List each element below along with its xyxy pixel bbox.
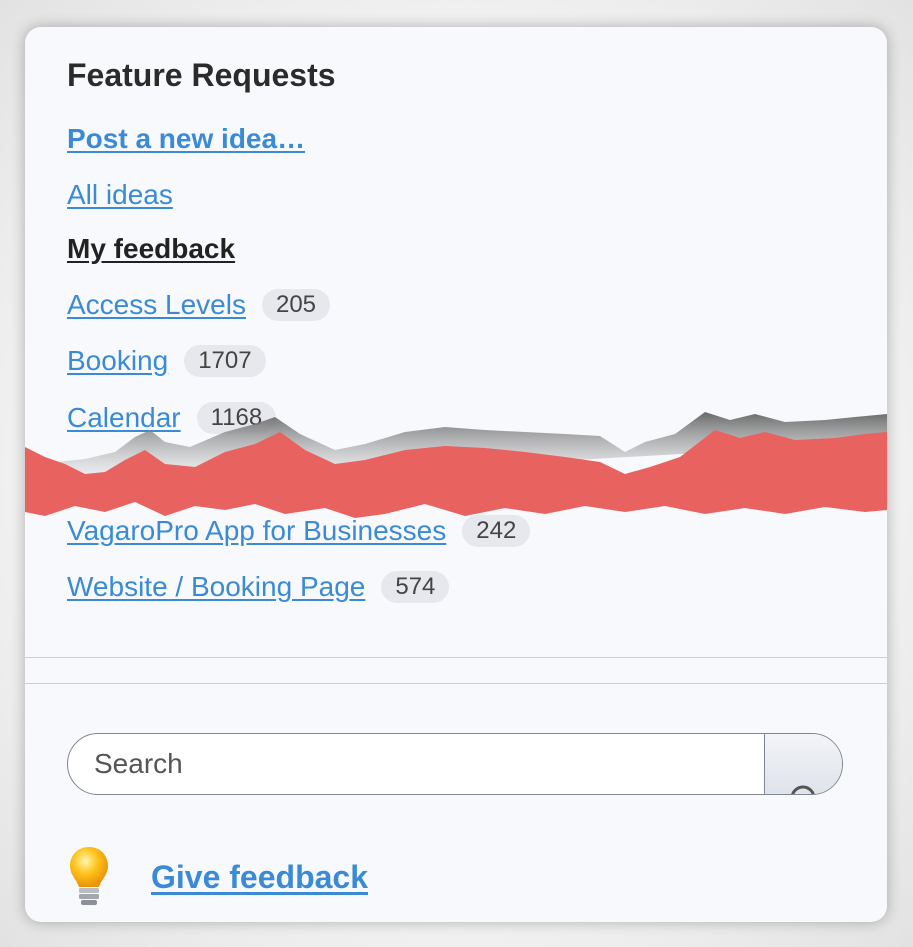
give-feedback-link[interactable]: Give feedback (151, 859, 368, 896)
category-item-access-levels: Access Levels 205 (67, 285, 331, 325)
section-divider (25, 683, 887, 684)
post-new-idea-link[interactable]: Post a new idea… (67, 123, 305, 155)
category-item-booking: Booking 1707 (67, 341, 266, 381)
search-input[interactable] (68, 734, 766, 793)
torn-edge-overlay (25, 412, 887, 518)
nav-item-post-idea: Post a new idea… (67, 119, 305, 159)
all-ideas-link[interactable]: All ideas (67, 179, 173, 211)
panel-title: Feature Requests (67, 57, 336, 93)
give-feedback-row: Give feedback (67, 845, 368, 909)
category-count: 574 (381, 571, 450, 603)
category-link[interactable]: Booking (67, 345, 168, 377)
section-divider (25, 657, 887, 658)
feature-requests-panel: Feature Requests Post a new idea… All id… (25, 27, 887, 922)
lightbulb-icon (70, 847, 108, 905)
search-form (67, 733, 843, 795)
nav-item-all-ideas: All ideas (67, 175, 173, 215)
category-count: 1707 (184, 345, 266, 377)
category-count: 205 (261, 289, 331, 321)
search-icon (791, 785, 815, 794)
search-button[interactable] (764, 734, 842, 794)
my-feedback-link[interactable]: My feedback (67, 233, 235, 265)
nav-item-my-feedback: My feedback (67, 229, 235, 269)
category-link[interactable]: Access Levels (67, 289, 246, 321)
category-link[interactable]: Website / Booking Page (67, 571, 365, 603)
category-item-website-booking-page: Website / Booking Page 574 (67, 567, 450, 607)
